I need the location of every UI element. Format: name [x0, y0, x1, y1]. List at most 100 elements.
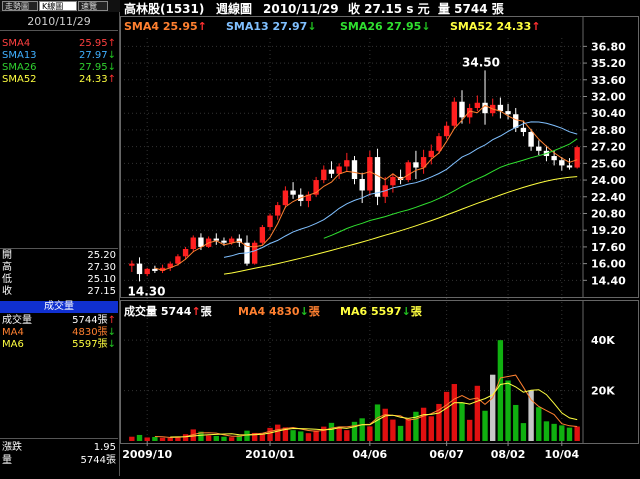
volume-bar	[528, 390, 534, 441]
candle-body	[328, 169, 335, 174]
candle-body	[390, 176, 396, 186]
tab-intraday[interactable]: 走勢圖	[2, 1, 38, 11]
volume-bar	[451, 384, 458, 441]
header-volume: 量 5744 張	[438, 2, 505, 16]
x-tick-label: 04/06	[353, 448, 388, 461]
kline-chart[interactable]: 36.80 35.20 33.60 32.00 30.40 28.80 27.20 25.60…	[120, 0, 640, 476]
volume-bar	[359, 418, 365, 441]
volume-bar	[466, 419, 473, 441]
y-tick-label: 25.60	[591, 157, 626, 170]
volume-bar	[213, 435, 219, 441]
arrow-up-icon: ↑	[107, 74, 116, 85]
volume-bar	[275, 424, 281, 441]
volume-header: 成交量	[0, 301, 118, 313]
sma4-value: 25.95↑	[78, 38, 116, 49]
volume-bar	[144, 437, 150, 441]
y-tick-label: 35.20	[591, 57, 626, 70]
candle-body	[359, 179, 365, 191]
volume-bar	[520, 423, 527, 441]
volume-bar	[152, 436, 158, 441]
candle-body	[520, 127, 527, 133]
volume-legend-label: MA4 4830↓張	[238, 305, 321, 318]
legend-label: SMA13 27.97↓	[226, 20, 317, 33]
volume-bar	[351, 421, 358, 441]
volume-bar	[228, 437, 235, 441]
panel-date: 2010/11/29	[0, 14, 118, 31]
y-tick-label: 32.00	[591, 90, 626, 103]
x-tick-label: 2009/10	[122, 448, 172, 461]
x-tick-label: 10/04	[544, 448, 579, 461]
high-row: 高 27.30	[2, 262, 116, 273]
divider	[0, 248, 118, 249]
candle-body	[528, 132, 534, 147]
candle-body	[413, 162, 419, 168]
volume-bar	[267, 427, 273, 441]
tab-kline[interactable]: K線圖	[39, 1, 77, 11]
volume-bar	[420, 407, 427, 441]
candle-body	[428, 150, 434, 158]
candle-body	[259, 227, 266, 243]
legend-label: SMA26 27.95↓	[340, 20, 431, 33]
volume-tick-label: 20K	[591, 385, 615, 398]
candle-body	[551, 156, 557, 161]
volume-bar	[328, 422, 335, 441]
y-tick-label: 33.60	[591, 74, 626, 87]
volume-bar	[474, 385, 481, 441]
open-row: 開 25.20	[2, 250, 116, 261]
candle-body	[190, 237, 196, 249]
sma4-line	[154, 104, 578, 271]
y-tick-label: 17.60	[591, 241, 626, 254]
arrow-down-icon: ↓	[107, 50, 116, 61]
y-tick-label: 19.20	[591, 224, 626, 237]
x-tick-label: 08/02	[491, 448, 526, 461]
header-close: 收 27.15 s 元	[348, 1, 430, 16]
y-tick-label: 14.40	[591, 274, 626, 287]
volume-bar	[344, 430, 350, 441]
sma4-row: SMA4 25.95↑	[2, 38, 116, 50]
y-tick-label: 28.80	[591, 124, 626, 137]
volume-bar	[305, 433, 312, 441]
sma13-line	[223, 121, 578, 258]
candle-body	[144, 268, 150, 275]
candle-body	[367, 157, 373, 191]
volume-bar	[244, 430, 250, 441]
volume-bar	[390, 419, 396, 441]
sma52-label: SMA52	[2, 74, 37, 85]
sma26-label: SMA26	[2, 62, 37, 73]
candle-body	[513, 114, 519, 128]
sma13-label: SMA13	[2, 50, 37, 61]
candle-body	[136, 263, 143, 275]
tab-overview[interactable]: 速覽	[78, 1, 108, 11]
volume-bar	[382, 408, 388, 441]
arrow-up-icon: ↑	[107, 315, 116, 326]
chart-area[interactable]: 36.80 35.20 33.60 32.00 30.40 28.80 27.20 25.60…	[120, 0, 640, 476]
volume-bar	[559, 425, 565, 441]
y-tick-label: 27.20	[591, 141, 626, 154]
volume-tick-label: 40K	[591, 334, 615, 347]
volume-bar	[259, 433, 266, 441]
candle-body	[282, 190, 289, 206]
view-tabs: 走勢圖 K線圖 速覽	[0, 0, 120, 12]
y-tick-label: 20.80	[591, 207, 626, 220]
volume-bar	[574, 426, 580, 441]
candle-body	[228, 238, 235, 243]
candle-body	[198, 237, 204, 247]
candle-body	[451, 101, 458, 126]
volume-bar	[159, 437, 166, 441]
candle-body	[267, 215, 273, 228]
volume-bar	[129, 436, 135, 441]
candle-body	[321, 169, 327, 181]
sma26-value: 27.95↓	[78, 62, 116, 73]
stock-name: 高林股(1531)	[124, 1, 204, 16]
volume-legend-label: 成交量 5744↑張	[124, 304, 213, 318]
volume-bar	[536, 407, 542, 441]
volume-bar	[182, 434, 189, 441]
volume-bar	[459, 402, 465, 441]
candle-body	[290, 190, 296, 195]
volume-bar	[513, 404, 519, 441]
volume-legend-label: MA6 5597↓張	[340, 305, 423, 318]
candle-body	[182, 248, 189, 257]
y-tick-label: 24.00	[591, 174, 626, 187]
volume-bar	[490, 374, 496, 441]
candle-body	[436, 136, 442, 151]
